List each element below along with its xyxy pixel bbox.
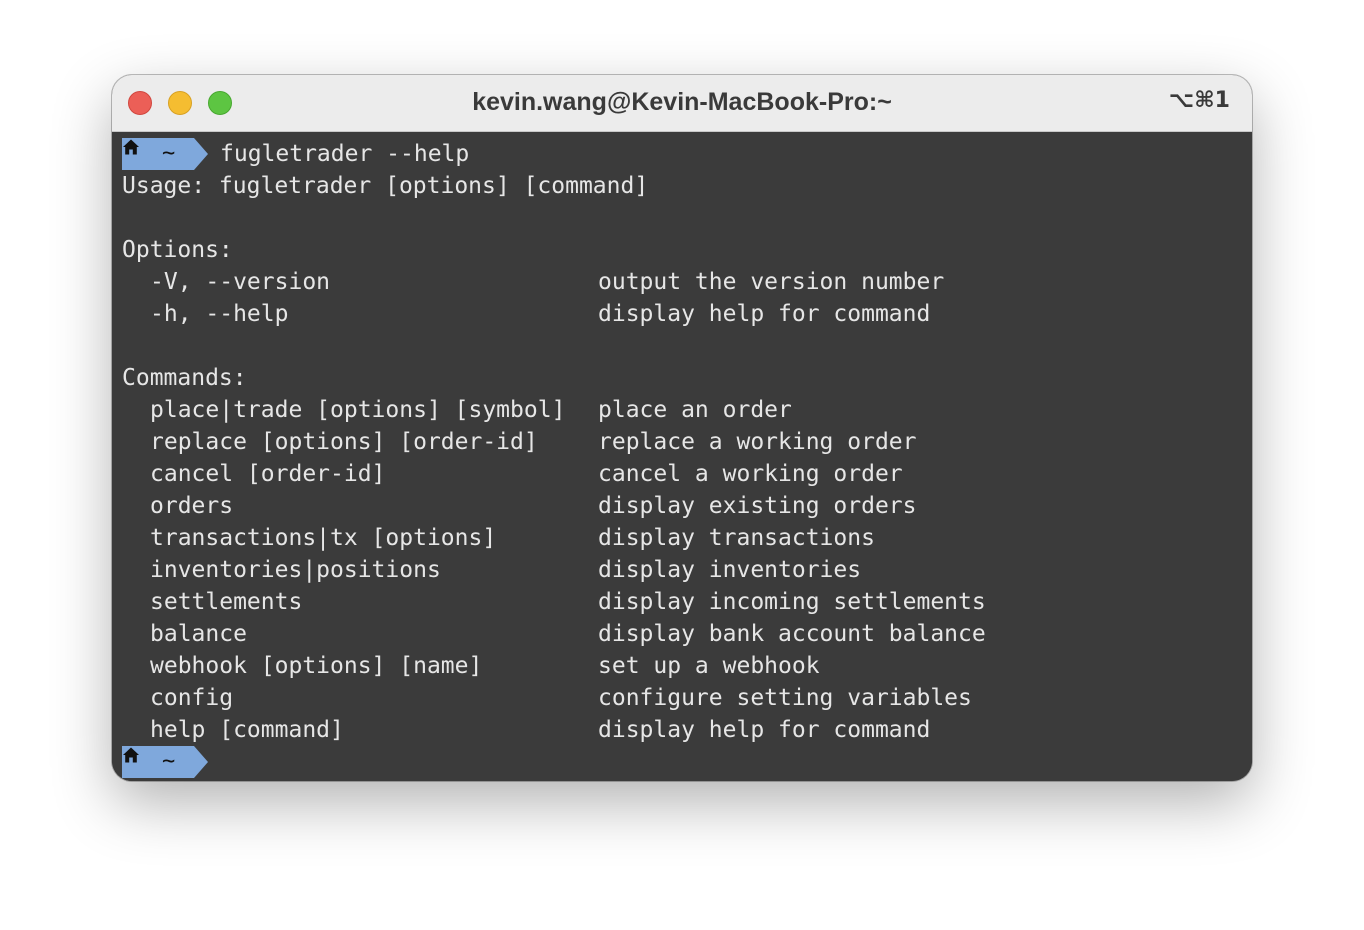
options-header: Options: [122,237,233,263]
home-icon [123,747,139,763]
usage-line: Usage: fugletrader [options] [command] [122,173,649,199]
command-name: orders [150,493,234,519]
terminal-window: kevin.wang@Kevin-MacBook-Pro:~ ⌥⌘1 ~ fug… [112,75,1252,781]
home-icon [123,139,139,155]
command-name: webhook [options] [name] [150,653,483,679]
command-name: replace [options] [order-id] [150,429,538,455]
option-desc: output the version number [598,269,945,295]
command-desc: place an order [598,397,792,423]
command-desc: display bank account balance [598,621,986,647]
shell-prompt: ~ [122,138,212,170]
title-bar[interactable]: kevin.wang@Kevin-MacBook-Pro:~ ⌥⌘1 [112,75,1252,132]
command-desc: display inventories [598,557,862,583]
option-flag: -h, --help [150,301,289,327]
command-desc: set up a webhook [598,653,820,679]
prompt-path: ~ [162,749,176,774]
option-desc: display help for command [598,301,931,327]
window-title: kevin.wang@Kevin-MacBook-Pro:~ [472,88,892,116]
command-desc: display incoming settlements [598,589,986,615]
command-desc: cancel a working order [598,461,903,487]
command-desc: replace a working order [598,429,917,455]
command-desc: configure setting variables [598,685,972,711]
command-name: cancel [order-id] [150,461,386,487]
command-desc: display transactions [598,525,875,551]
command-name: balance [150,621,247,647]
command-name: transactions|tx [options] [150,525,497,551]
terminal-content[interactable]: ~ fugletrader --help Usage: fugletrader … [112,132,1252,781]
command-name: settlements [150,589,303,615]
window-shortcut: ⌥⌘1 [1168,88,1230,113]
command-name: help [command] [150,717,344,743]
option-flag: -V, --version [150,269,331,295]
command-name: config [150,685,234,711]
command-desc: display existing orders [598,493,917,519]
shell-prompt[interactable]: ~ [122,746,212,778]
prompt-path: ~ [162,141,176,166]
command-name: place|trade [options] [symbol] [150,397,566,423]
commands-header: Commands: [122,365,247,391]
command-name: inventories|positions [150,557,441,583]
command-desc: display help for command [598,717,931,743]
command-input: fugletrader --help [220,141,470,167]
